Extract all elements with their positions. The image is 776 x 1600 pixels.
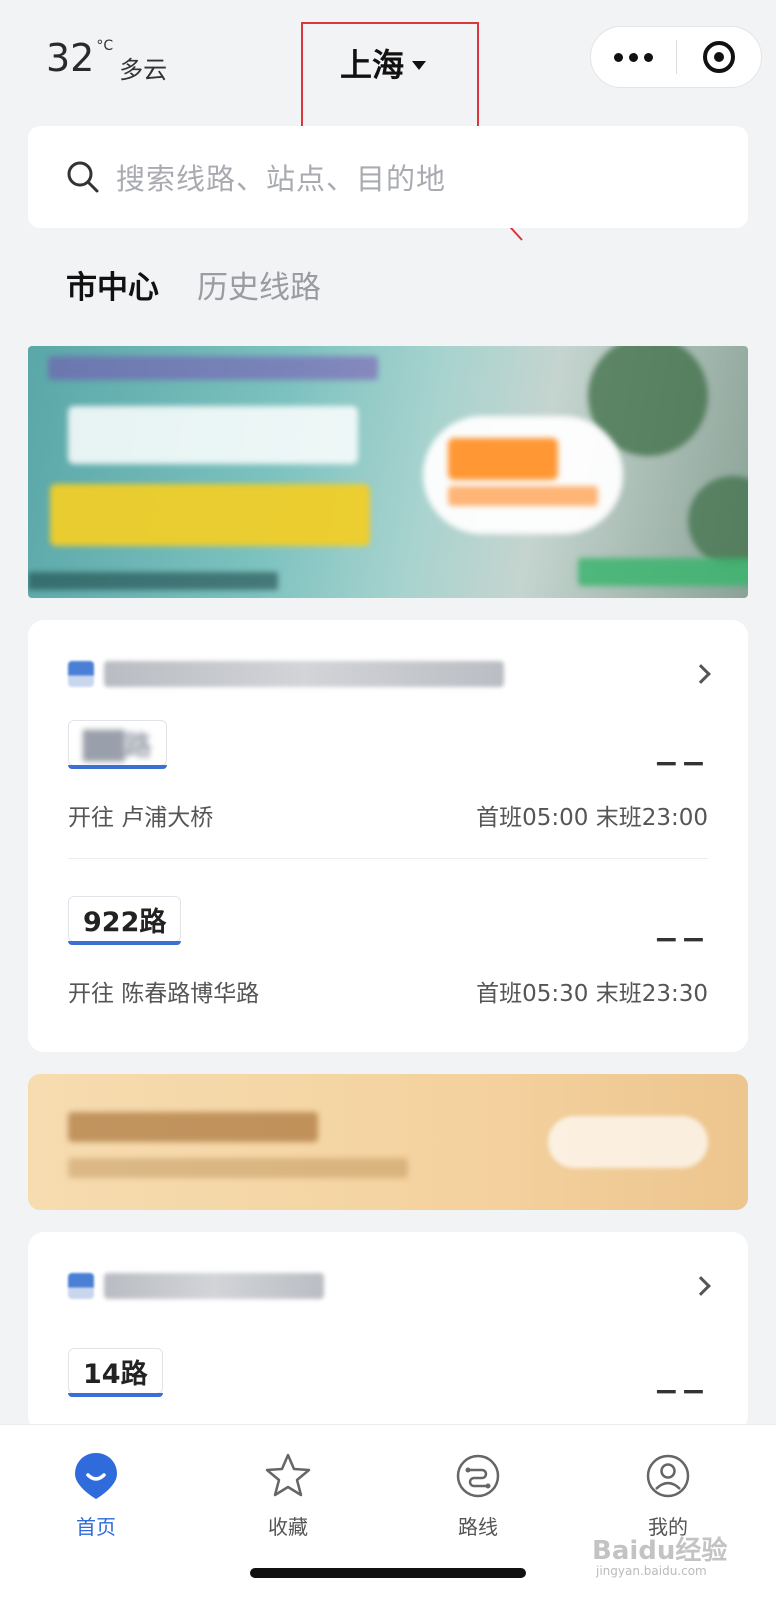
route-row[interactable]: ██路 −− 开往 卢浦大桥 首班05:00 末班23:00 xyxy=(68,720,708,831)
city-selector[interactable]: 上海 xyxy=(340,40,427,86)
route-direction: 开往 陈春路博华路 xyxy=(68,981,260,1007)
weather-widget: 32 °C 多云 xyxy=(46,36,167,85)
dot-icon xyxy=(628,52,638,62)
route-row[interactable]: 14路 −− xyxy=(68,1348,708,1428)
divider xyxy=(68,858,708,859)
city-name: 上海 xyxy=(340,46,405,84)
route-badge: 14路 xyxy=(68,1348,163,1397)
temperature-unit: °C xyxy=(96,38,114,54)
tab-profile[interactable]: 我的 xyxy=(608,1451,728,1540)
tab-label: 收藏 xyxy=(268,1515,308,1539)
caret-down-icon xyxy=(412,60,427,70)
chevron-right-icon xyxy=(691,664,711,684)
home-pin-icon xyxy=(75,1453,117,1499)
bus-stop-icon xyxy=(68,1273,94,1299)
mini-program-capsule xyxy=(590,26,762,88)
route-eta: −− xyxy=(653,1374,708,1409)
stop-name-redacted xyxy=(104,661,504,687)
chevron-right-icon xyxy=(691,1276,711,1296)
promo-title xyxy=(68,1112,318,1142)
tab-label: 路线 xyxy=(458,1515,498,1539)
ad-banner[interactable] xyxy=(28,346,748,598)
stop-card: ██路 −− 开往 卢浦大桥 首班05:00 末班23:00 922路 −− 开… xyxy=(28,620,748,1052)
route-schedule: 首班05:00 末班23:00 xyxy=(476,805,708,831)
stop-card: 14路 −− xyxy=(28,1232,748,1432)
ad-cta xyxy=(578,558,748,586)
tab-label: 首页 xyxy=(76,1515,116,1539)
dot-icon xyxy=(643,52,653,62)
tab-routes[interactable]: 路线 xyxy=(418,1451,538,1540)
route-icon xyxy=(456,1454,500,1498)
weather-condition: 多云 xyxy=(119,56,168,84)
search-icon xyxy=(67,161,99,193)
more-button[interactable] xyxy=(591,26,676,88)
ad-subtitle xyxy=(50,484,370,546)
watermark: Baidu经验 xyxy=(592,1536,728,1566)
tab-history-routes[interactable]: 历史线路 xyxy=(197,262,321,307)
route-badge: ██路 xyxy=(68,720,167,769)
stop-header[interactable] xyxy=(68,654,711,694)
route-badge: 922路 xyxy=(68,896,182,945)
target-icon xyxy=(702,41,735,73)
dot-icon xyxy=(613,52,623,62)
ad-price-note xyxy=(448,486,598,506)
tab-city-center[interactable]: 市中心 xyxy=(66,262,159,307)
temperature: 32 xyxy=(46,36,95,80)
route-eta: −− xyxy=(653,922,708,957)
star-icon xyxy=(265,1453,311,1497)
tab-favorites[interactable]: 收藏 xyxy=(228,1451,348,1540)
route-eta: −− xyxy=(653,746,708,781)
search-placeholder: 搜索线路、站点、目的地 xyxy=(116,162,447,196)
close-mini-program-button[interactable] xyxy=(677,26,762,88)
ad-title xyxy=(68,406,358,464)
home-indicator[interactable] xyxy=(250,1568,526,1578)
promo-button[interactable] xyxy=(548,1116,708,1168)
ad-price xyxy=(448,438,558,480)
ad-image-detail xyxy=(688,476,748,566)
user-icon xyxy=(646,1454,690,1498)
route-schedule: 首班05:30 末班23:30 xyxy=(476,981,708,1007)
route-direction: 开往 卢浦大桥 xyxy=(68,805,214,831)
stop-name-redacted xyxy=(104,1273,324,1299)
search-bar[interactable]: 搜索线路、站点、目的地 xyxy=(28,126,748,228)
ad-logo xyxy=(48,356,378,380)
tab-home[interactable]: 首页 xyxy=(36,1451,156,1540)
bus-stop-icon xyxy=(68,661,94,687)
route-row[interactable]: 922路 −− 开往 陈春路博华路 首班05:30 末班23:30 xyxy=(68,896,708,1007)
tab-bar-top: 市中心 历史线路 xyxy=(66,262,321,307)
promo-subtitle xyxy=(68,1158,408,1178)
stop-header[interactable] xyxy=(68,1266,711,1306)
watermark-url: jingyan.baidu.com xyxy=(596,1564,707,1578)
ad-disclaimer xyxy=(28,572,278,590)
promo-banner[interactable] xyxy=(28,1074,748,1210)
